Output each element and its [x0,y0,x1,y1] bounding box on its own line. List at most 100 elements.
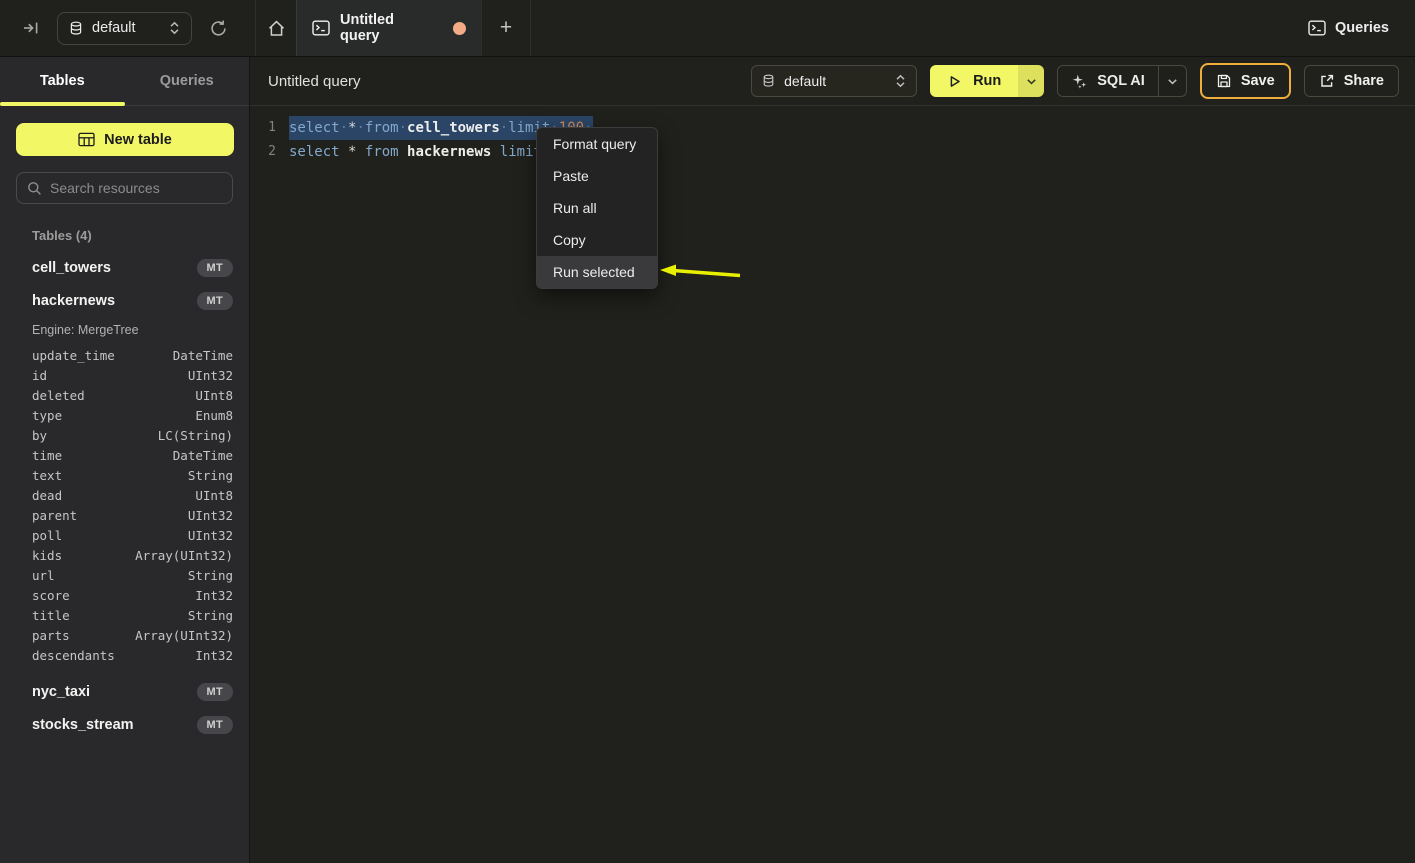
run-split-button: Run [930,65,1044,97]
table-name: hackernews [32,293,115,309]
queries-button[interactable]: Queries [1308,0,1415,56]
column-name: text [32,468,62,483]
engine-badge: MT [197,683,233,701]
code-token-space: · [340,120,348,136]
menu-item-format-query[interactable]: Format query [537,128,657,160]
columns-list: update_timeDateTimeidUInt32 deleted UInt8 t… [0,343,249,675]
tab-label: Untitled query [340,12,431,44]
top-bar: default [0,0,1415,57]
sidebar-tab-tables[interactable]: Tables [0,57,125,105]
column-row: descendants Int32 [0,645,249,665]
chevron-down-icon [1167,76,1178,87]
sidebar-tab-queries[interactable]: Queries [125,57,250,105]
chevron-updown-icon [895,73,906,89]
column-name: type [32,408,62,423]
database-selector-value: default [92,20,136,36]
menu-item-run-all[interactable]: Run all [537,192,657,224]
column-type: Array(UInt32) [135,628,233,643]
engine-label: Engine: MergeTree [0,317,249,343]
new-table-label: New table [104,132,172,148]
sql-ai-label: SQL AI [1097,73,1145,89]
search-icon [27,181,42,196]
menu-item-copy[interactable]: Copy [537,224,657,256]
tables-section-header: Tables (4) [32,228,233,243]
column-name: dead [32,488,62,503]
save-button[interactable]: Save [1200,63,1291,99]
code-text: select * from hackernews limit [289,140,542,164]
column-name: deleted [32,388,85,403]
sql-ai-button[interactable]: SQL AI [1058,66,1158,96]
column-row: update_timeDateTime [0,345,249,365]
column-type: UInt32 [188,368,233,383]
editor-context-menu: Format queryPasteRun allCopyRun selected [536,127,658,289]
share-button-label: Share [1344,73,1384,89]
table-name: cell_towers [32,260,111,276]
column-type: Int32 [195,648,233,663]
column-row: type Enum8 [0,405,249,425]
code-line: 1select·*·from·cell_towers·limit·100· [250,116,1415,140]
column-type: UInt32 [188,528,233,543]
search-input[interactable] [50,180,231,196]
code-token-space: · [399,120,407,136]
table-row[interactable]: stocks_streamMT [0,708,249,741]
code-token-space: · [356,120,364,136]
toolbar-controls: default Run [751,63,1399,99]
column-row: byLC(String) [0,425,249,445]
run-button[interactable]: Run [930,65,1018,97]
table-icon [78,132,95,147]
tab-strip: Untitled query + [255,0,531,56]
code-token-keyword: select [289,144,340,160]
sparkles-icon [1071,73,1088,90]
engine-badge: MT [197,292,233,310]
column-row: titleString [0,605,249,625]
column-name: parts [32,628,70,643]
column-name: descendants [32,648,115,663]
tab-untitled-query[interactable]: Untitled query [296,0,481,56]
column-name: by [32,428,47,443]
code-token-space [356,144,364,160]
sql-ai-options-button[interactable] [1158,66,1186,96]
new-table-button[interactable]: New table [16,123,234,156]
code-lines: 1select·*·from·cell_towers·limit·100·2se… [250,116,1415,164]
refresh-icon[interactable] [209,19,228,38]
sidebar-tab-queries-label: Queries [160,73,214,89]
code-token-space [399,144,407,160]
home-tab[interactable] [255,0,296,56]
column-row: kidsArray(UInt32) [0,545,249,565]
engine-badge: MT [197,259,233,277]
floppy-icon [1216,73,1232,89]
column-row: scoreInt32 [0,585,249,605]
menu-item-run-selected[interactable]: Run selected [537,256,657,288]
home-icon [267,19,286,38]
unsaved-changes-dot [453,22,466,35]
database-selector[interactable]: default [751,65,917,97]
run-options-button[interactable] [1018,65,1044,97]
play-icon [947,74,962,89]
column-type: String [188,568,233,583]
column-row: idUInt32 [0,365,249,385]
new-tab-button[interactable]: + [481,0,531,56]
column-type: Enum8 [195,408,233,423]
table-row[interactable]: nyc_taxiMT [0,675,249,708]
column-name: time [32,448,62,463]
column-type: DateTime [173,448,233,463]
sql-editor[interactable]: 1select·*·from·cell_towers·limit·100·2se… [250,106,1415,863]
menu-item-paste[interactable]: Paste [537,160,657,192]
share-button[interactable]: Share [1304,65,1399,97]
share-icon [1319,73,1335,89]
table-row[interactable]: cell_towers MT [0,251,249,284]
database-selector[interactable]: default [57,12,192,45]
topbar-left-group: default [0,0,255,56]
database-icon [762,74,775,88]
engine-badge: MT [197,716,233,734]
code-line: 2 select * from hackernews limit [250,140,1415,164]
column-row: textString [0,465,249,485]
sidebar: Tables Queries New table Tables (4) cell… [0,57,250,863]
collapse-sidebar-icon[interactable] [22,20,40,36]
line-number: 2 [250,140,276,164]
column-type: UInt8 [195,388,233,403]
editor-toolbar: Untitled query default [250,57,1415,106]
table-row[interactable]: hackernews MT [0,284,249,317]
column-name: url [32,568,55,583]
line-number: 1 [250,116,276,140]
